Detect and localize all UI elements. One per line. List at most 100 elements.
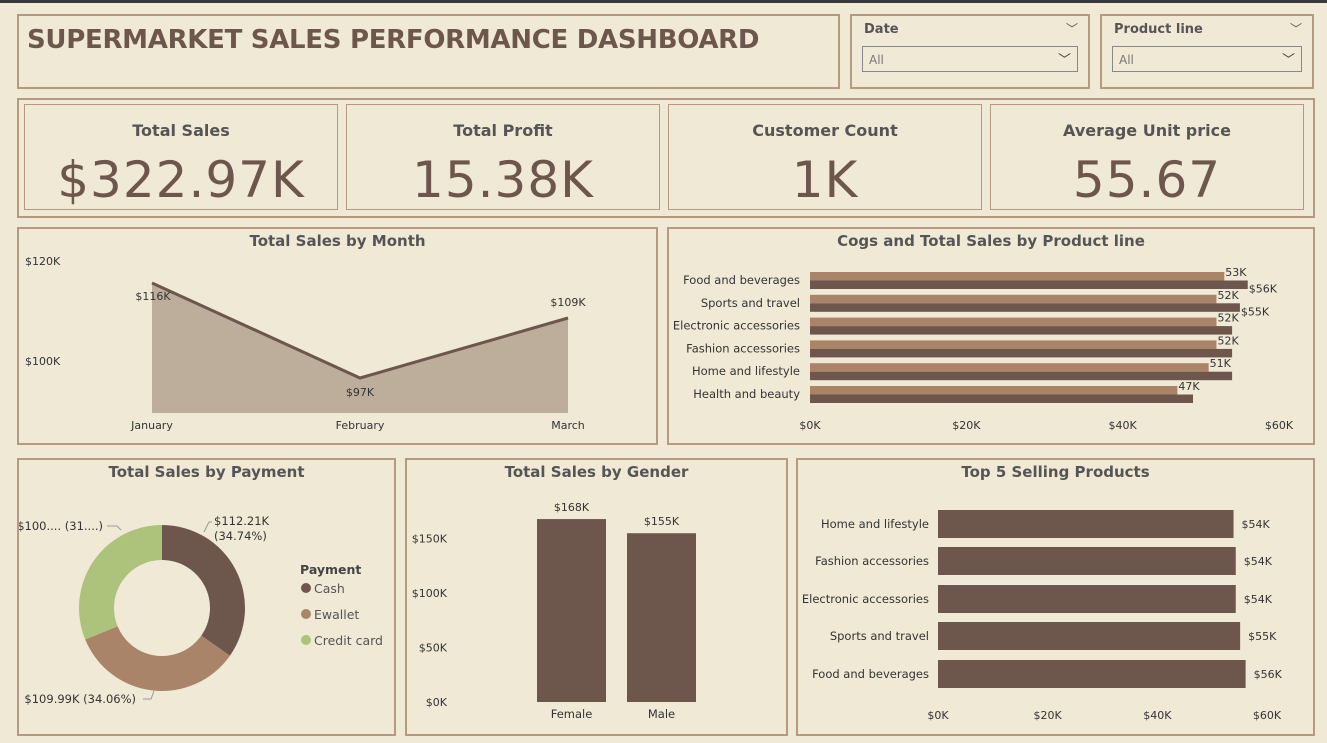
bar <box>810 394 1194 403</box>
category-label: Health and beauty <box>693 387 800 401</box>
x-tick-label: $60K <box>1253 709 1282 722</box>
kpi-card-average-unit-price[interactable]: Average Unit price 55.67 <box>990 104 1304 210</box>
legend-marker <box>301 583 311 593</box>
y-tick-label: $100K <box>25 355 61 368</box>
data-label: 52K <box>1217 312 1239 325</box>
bar <box>627 533 696 702</box>
data-label: $56K <box>1254 668 1283 681</box>
donut-slice <box>79 525 162 640</box>
bar <box>537 519 606 702</box>
date-dropdown-value: All <box>869 53 884 67</box>
data-label: (34.74%) <box>214 529 267 543</box>
top5-products-chart: Home and lifestyle $54K Fashion accessorie… <box>802 510 1283 722</box>
category-label: Sports and travel <box>701 296 800 310</box>
sales-by-gender-panel[interactable]: Total Sales by Gender $0K $50K $100K $150K $… <box>405 458 788 736</box>
data-label: 52K <box>1217 334 1239 347</box>
chevron-down-icon[interactable]: ﹀ <box>1290 20 1302 37</box>
kpi-label: Total Sales <box>132 121 230 140</box>
x-tick-label: February <box>336 419 385 432</box>
data-label: 52K <box>1217 289 1239 302</box>
sales-by-payment-panel[interactable]: Total Sales by Payment $112.21K (34.74%) $… <box>17 458 396 736</box>
top5-products-panel[interactable]: Top 5 Selling Products Home and lifestyl… <box>796 458 1315 736</box>
window-top-bar <box>0 0 1327 3</box>
bar <box>810 280 1248 289</box>
data-label: 53K <box>1225 266 1247 279</box>
chevron-down-icon[interactable]: ﹀ <box>1066 20 1078 37</box>
bar <box>810 371 1233 381</box>
sales-by-month-panel[interactable]: Total Sales by Month $100K $120K $116K Janu… <box>17 227 658 445</box>
data-label: $109K <box>550 296 586 309</box>
kpi-card-customer-count[interactable]: Customer Count 1K <box>668 104 982 210</box>
chevron-down-icon: ﹀ <box>1281 53 1295 68</box>
legend-marker <box>301 609 311 619</box>
category-label: Fashion accessories <box>686 341 800 355</box>
sales-by-payment-chart: $112.21K(34.74%) $109.99K (34.06%) $100...… <box>19 514 383 706</box>
x-tick-label: $20K <box>952 419 981 432</box>
x-tick-label: $0K <box>799 419 821 432</box>
kpi-card-total-profit[interactable]: Total Profit 15.38K <box>346 104 660 210</box>
data-label: $54K <box>1244 555 1273 568</box>
data-label: 51K <box>1210 357 1232 370</box>
leader-line <box>203 521 212 533</box>
category-label: Fashion accessories <box>815 554 929 568</box>
y-tick-label: $120K <box>25 255 61 268</box>
bar <box>810 326 1233 335</box>
data-label: $112.21K <box>214 514 270 528</box>
legend-marker <box>301 635 311 645</box>
bar <box>810 348 1233 358</box>
kpi-value: $322.97K <box>57 151 305 209</box>
kpi-card-total-sales[interactable]: Total Sales $322.97K <box>24 104 338 210</box>
data-label: $55K <box>1241 305 1270 318</box>
category-label: Sports and travel <box>830 629 929 643</box>
leader-line <box>143 690 155 700</box>
legend-label: Cash <box>314 581 345 596</box>
leader-line <box>107 525 122 531</box>
y-tick-label: $50K <box>419 642 448 655</box>
product-line-dropdown-value: All <box>1119 53 1134 67</box>
cogs-sales-panel[interactable]: Cogs and Total Sales by Product line Foo… <box>667 227 1315 445</box>
bar <box>810 386 1178 395</box>
data-label: $100.... (31....) <box>19 519 103 533</box>
legend-title: Payment <box>300 562 361 577</box>
product-line-slicer-label: Product line <box>1114 22 1203 37</box>
x-tick-label: $60K <box>1265 419 1294 432</box>
bar <box>938 510 1234 538</box>
chevron-down-icon: ﹀ <box>1057 53 1071 68</box>
x-tick-label: $40K <box>1143 709 1172 722</box>
y-tick-label: $100K <box>412 587 448 600</box>
product-line-dropdown[interactable]: All ﹀ <box>1112 46 1302 72</box>
x-tick-label: March <box>551 419 585 432</box>
bar <box>938 547 1236 575</box>
data-label: $97K <box>346 386 375 399</box>
title-panel: SUPERMARKET SALES PERFORMANCE DASHBOARD <box>17 14 840 89</box>
category-label: Food and beverages <box>683 273 800 287</box>
x-tick-label: January <box>130 419 173 432</box>
data-label: $155K <box>644 515 680 528</box>
date-dropdown[interactable]: All ﹀ <box>862 46 1078 72</box>
x-tick-label: $20K <box>1034 709 1063 722</box>
dashboard-title: SUPERMARKET SALES PERFORMANCE DASHBOARD <box>27 25 760 55</box>
legend-label: Credit card <box>314 633 383 648</box>
category-label: Home and lifestyle <box>821 517 929 531</box>
x-tick-label: Female <box>551 707 593 721</box>
kpi-value: 15.38K <box>412 151 594 209</box>
sales-by-month-chart: $100K $120K $116K January $97K February $109K M… <box>25 255 586 432</box>
sales-by-gender-chart: $0K $50K $100K $150K $168K Female $155K Male <box>412 501 696 721</box>
x-tick-label: $40K <box>1109 419 1138 432</box>
x-tick-label: $0K <box>927 709 949 722</box>
data-label: $54K <box>1242 518 1271 531</box>
bar <box>938 622 1241 650</box>
cogs-sales-chart: Food and beverages 53K$56K Sports and trav… <box>673 266 1294 432</box>
donut-slice <box>162 525 245 656</box>
kpi-value: 55.67 <box>1072 151 1222 209</box>
kpi-label: Total Profit <box>453 121 553 140</box>
y-tick-label: $150K <box>412 533 448 546</box>
bar <box>810 303 1240 312</box>
data-label: 47K <box>1178 380 1200 393</box>
bar <box>810 317 1217 327</box>
data-label: $54K <box>1244 593 1273 606</box>
bar <box>810 294 1217 304</box>
product-line-slicer: Product line ﹀ All ﹀ <box>1100 14 1314 89</box>
data-label: $55K <box>1248 630 1277 643</box>
date-slicer-label: Date <box>864 22 899 37</box>
